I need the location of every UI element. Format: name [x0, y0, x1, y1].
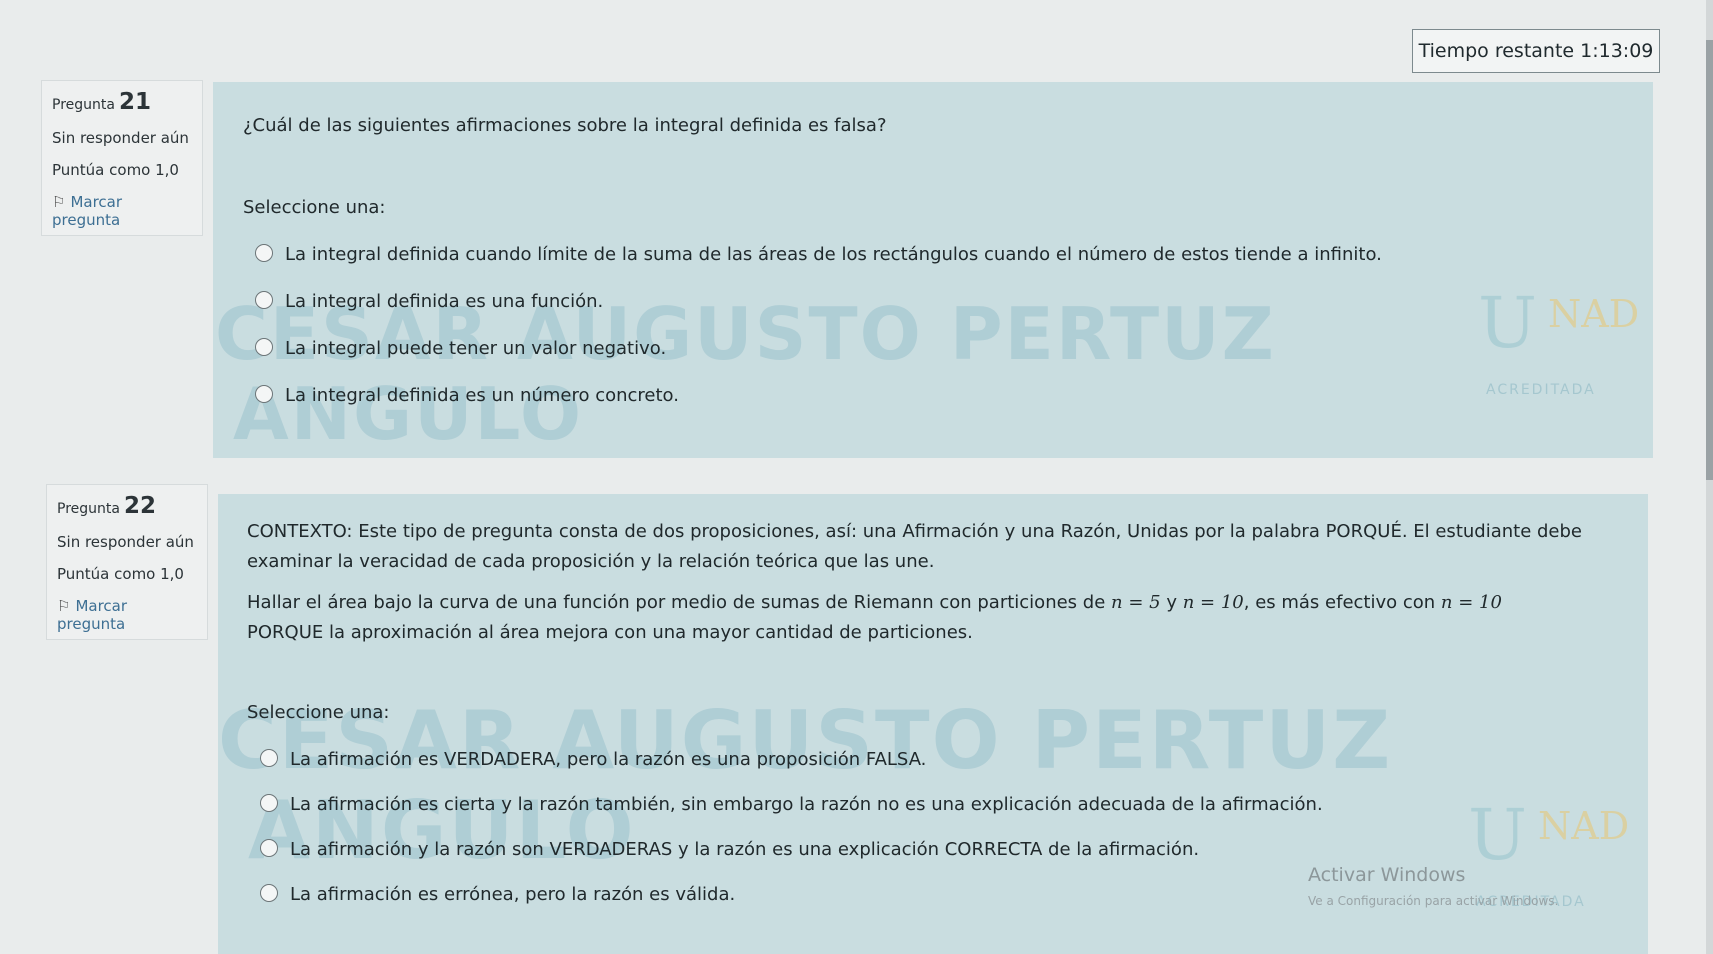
- question-21-option-4[interactable]: La integral definida es un número concre…: [255, 385, 679, 406]
- watermark-name: CESAR AUGUSTO PERTUZ: [218, 694, 1393, 787]
- question-21-number: Pregunta 21: [52, 89, 151, 115]
- flag-icon: ⚐: [57, 597, 71, 615]
- radio-button[interactable]: [260, 794, 278, 812]
- question-22-context-line-1: CONTEXTO: Este tipo de pregunta consta d…: [247, 521, 1582, 542]
- question-22-info: Pregunta 22 Sin responder aún Puntúa como…: [46, 484, 208, 640]
- question-22-prompt: Seleccione una:: [247, 702, 390, 723]
- radio-button[interactable]: [255, 338, 273, 356]
- scrollbar-thumb[interactable]: [1706, 40, 1713, 480]
- radio-button[interactable]: [255, 291, 273, 309]
- windows-activation-subtitle: Ve a Configuración para activar Windows.: [1308, 894, 1559, 908]
- question-22-statement: Hallar el área bajo la curva de una func…: [247, 592, 1502, 613]
- question-22-context-line-2: examinar la veracidad de cada proposició…: [247, 551, 935, 572]
- question-21-info: Pregunta 21 Sin responder aún Puntúa como…: [41, 80, 203, 236]
- math-n10-final: n = 10: [1440, 592, 1502, 613]
- radio-button[interactable]: [260, 884, 278, 902]
- question-21-panel: CESAR AUGUSTO PERTUZ ANGULO U NAD ACREDIT…: [213, 82, 1653, 458]
- question-22-number: Pregunta 22: [57, 493, 156, 519]
- radio-button[interactable]: [260, 749, 278, 767]
- question-22-status: Sin responder aún: [57, 533, 194, 551]
- radio-button[interactable]: [255, 244, 273, 262]
- question-21-status: Sin responder aún: [52, 129, 189, 147]
- windows-activation-title: Activar Windows: [1308, 864, 1466, 886]
- radio-button[interactable]: [255, 385, 273, 403]
- question-22-option-4[interactable]: La afirmación es errónea, pero la razón …: [260, 884, 735, 905]
- question-22-option-2[interactable]: La afirmación es cierta y la razón tambi…: [260, 794, 1323, 815]
- radio-button[interactable]: [260, 839, 278, 857]
- question-21-option-3[interactable]: La integral puede tener un valor negativ…: [255, 338, 666, 359]
- question-21-points: Puntúa como 1,0: [52, 161, 179, 179]
- math-n10: n = 10: [1182, 592, 1244, 613]
- question-21-prompt: Seleccione una:: [243, 197, 386, 218]
- question-21-text: ¿Cuál de las siguientes afirmaciones sob…: [243, 115, 887, 136]
- question-21-flag-link[interactable]: ⚐ Marcar pregunta: [52, 193, 192, 229]
- math-n5: n = 5: [1111, 592, 1161, 613]
- question-22-flag-link[interactable]: ⚐ Marcar pregunta: [57, 597, 197, 633]
- page-scrollbar[interactable]: [1706, 0, 1713, 954]
- flag-icon: ⚐: [52, 193, 66, 211]
- question-22-option-1[interactable]: La afirmación es VERDADERA, pero la razó…: [260, 749, 926, 770]
- time-remaining-label: Tiempo restante: [1418, 40, 1575, 62]
- question-21-option-2[interactable]: La integral definida es una función.: [255, 291, 603, 312]
- time-remaining-value: 1:13:09: [1580, 40, 1654, 62]
- question-22-points: Puntúa como 1,0: [57, 565, 184, 583]
- question-21-option-1[interactable]: La integral definida cuando límite de la…: [255, 244, 1382, 265]
- question-22-option-3[interactable]: La afirmación y la razón son VERDADERAS …: [260, 839, 1199, 860]
- time-remaining-box: Tiempo restante 1:13:09: [1412, 29, 1660, 73]
- unad-logo: U NAD ACREDITADA: [1478, 282, 1640, 398]
- question-22-reason: PORQUE la aproximación al área mejora co…: [247, 622, 973, 643]
